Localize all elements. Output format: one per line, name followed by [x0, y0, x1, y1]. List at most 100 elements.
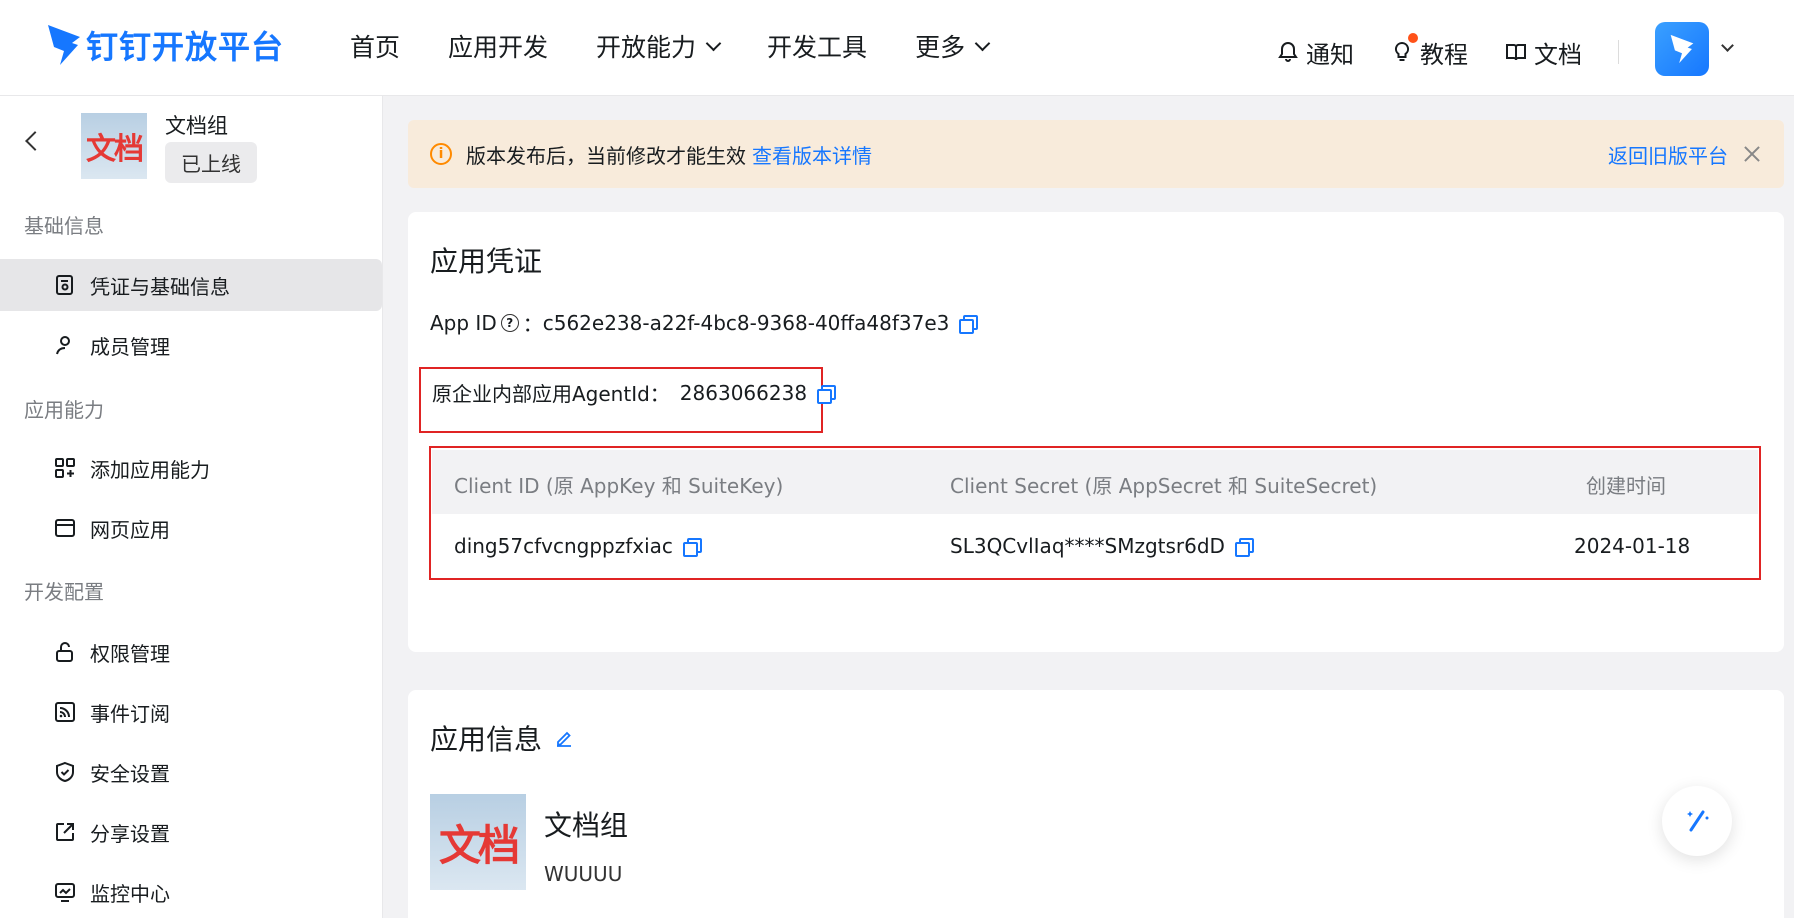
magic-wand-icon: [1687, 810, 1709, 832]
copy-icon[interactable]: [1234, 538, 1254, 557]
edit-icon[interactable]: [554, 728, 574, 748]
nav-app-dev-label: 应用开发: [448, 33, 549, 62]
nav-dev-tools[interactable]: 开发工具: [767, 28, 867, 64]
app-thumbnail-text: 文档: [86, 132, 144, 167]
book-icon: [1506, 44, 1526, 61]
agent-id-label: 原企业内部应用AgentId：: [432, 382, 670, 406]
back-arrow-icon[interactable]: [25, 131, 45, 151]
rss-icon: [55, 702, 75, 722]
back-to-old-platform-link[interactable]: 返回旧版平台: [1608, 140, 1728, 169]
notify-link[interactable]: 通知: [1276, 35, 1354, 70]
app-thumbnail: 文档: [81, 113, 147, 179]
client-credentials-table: Client ID (原 AppKey 和 SuiteKey) Client S…: [432, 450, 1758, 578]
sidebar-item-label: 分享设置: [90, 821, 170, 846]
sidebar-item-credentials[interactable]: 凭证与基础信息: [0, 259, 382, 311]
client-id-value: ding57cfvcngppzfxiac: [454, 534, 673, 558]
docs-link[interactable]: 文档: [1504, 35, 1582, 70]
status-badge: 已上线: [165, 142, 257, 183]
sidebar-group-capability: 应用能力: [24, 398, 104, 422]
copy-icon[interactable]: [959, 314, 979, 334]
grid-add-icon: [55, 458, 75, 478]
copy-icon[interactable]: [817, 384, 837, 404]
sidebar-item-add-capability[interactable]: 添加应用能力: [0, 442, 382, 494]
user-avatar[interactable]: [1655, 22, 1709, 76]
nav-home-label: 首页: [350, 33, 401, 62]
header-client-secret: Client Secret (原 AppSecret 和 SuiteSecret…: [950, 474, 1378, 498]
nav-open-capability[interactable]: 开放能力: [596, 28, 722, 64]
client-secret-cell: SL3QCvlIaq****SMzgtsr6dD: [950, 534, 1254, 558]
app-info-desc: WUUUU: [544, 862, 623, 886]
app-name: 文档组: [165, 114, 228, 138]
nav-app-dev[interactable]: 应用开发: [448, 28, 548, 64]
copy-icon[interactable]: [682, 538, 702, 557]
brand-logo[interactable]: 钉钉开放平台: [46, 18, 284, 72]
chevron-down-icon: [974, 35, 991, 51]
app-logo: 文档: [430, 794, 526, 890]
created-time-cell: 2024-01-18: [1574, 534, 1691, 558]
divider: [1618, 40, 1619, 64]
brand-name: 钉钉开放平台: [86, 28, 285, 66]
unread-dot: [1408, 32, 1418, 43]
nav-dev-tools-label: 开发工具: [767, 33, 868, 62]
sidebar-item-label: 事件订阅: [90, 701, 170, 726]
sidebar-item-permissions[interactable]: 权限管理: [0, 626, 382, 678]
table-header-row: Client ID (原 AppKey 和 SuiteKey) Client S…: [432, 450, 1758, 514]
agent-id-row: 原企业内部应用AgentId： 2863066238: [432, 378, 837, 407]
notice-banner: i 版本发布后，当前修改才能生效 查看版本详情 返回旧版平台: [408, 120, 1784, 188]
close-icon[interactable]: [1742, 144, 1762, 164]
sidebar-group-basic: 基础信息: [24, 214, 104, 238]
sidebar-item-share[interactable]: 分享设置: [0, 806, 382, 858]
app-info-title: 应用信息: [430, 723, 543, 756]
notify-label: 通知: [1306, 40, 1354, 69]
notice-text: 版本发布后，当前修改才能生效: [466, 143, 746, 168]
lock-icon: [56, 642, 73, 662]
ai-assistant-button[interactable]: [1662, 786, 1732, 856]
sidebar: 文档 文档组 已上线 基础信息 凭证与基础信息 成员管理 应用能力 添加应用能力…: [0, 96, 383, 918]
sidebar-item-security[interactable]: 安全设置: [0, 746, 382, 798]
info-icon: i: [430, 143, 452, 165]
sidebar-item-web-app[interactable]: 网页应用: [0, 502, 382, 554]
client-secret-value: SL3QCvlIaq****SMzgtsr6dD: [950, 534, 1225, 558]
client-id-cell: ding57cfvcngppzfxiac: [454, 534, 702, 558]
sidebar-item-label: 凭证与基础信息: [90, 274, 230, 299]
tutorial-link[interactable]: 教程: [1390, 32, 1468, 70]
shield-icon: [56, 761, 74, 783]
bell-icon: [1278, 41, 1298, 62]
app-info-card: 应用信息 文档 文档组 WUUUU: [408, 690, 1784, 918]
lightbulb-icon: [1394, 41, 1410, 61]
header-created-time: 创建时间: [1586, 474, 1666, 498]
nav-open-capability-label: 开放能力: [596, 33, 697, 62]
credentials-card: 应用凭证 App ID ? ： c562e238-a22f-4bc8-9368-…: [408, 212, 1784, 652]
chevron-down-icon[interactable]: [1721, 38, 1734, 52]
app-id-row: App ID ? ： c562e238-a22f-4bc8-9368-40ffa…: [430, 308, 979, 337]
sidebar-item-label: 网页应用: [90, 517, 170, 542]
user-icon: [56, 336, 70, 355]
sidebar-item-label: 权限管理: [90, 641, 170, 666]
nav-home[interactable]: 首页: [350, 28, 400, 64]
nav-more-label: 更多: [915, 33, 966, 62]
nav-more[interactable]: 更多: [915, 28, 991, 64]
view-version-details-link[interactable]: 查看版本详情: [752, 140, 872, 169]
app-info-name: 文档组: [544, 809, 629, 842]
dingtalk-avatar-icon: [1670, 34, 1694, 64]
dingtalk-logo-icon: [48, 25, 80, 65]
app-id-value: c562e238-a22f-4bc8-9368-40ffa48f37e3: [542, 310, 950, 335]
chevron-down-icon: [705, 35, 722, 51]
top-right-actions: 通知 教程 文档: [1276, 22, 1734, 76]
main-nav: 首页 应用开发 开放能力 开发工具 更多: [350, 28, 1036, 64]
sidebar-item-monitor[interactable]: 监控中心: [0, 866, 382, 918]
main-content: i 版本发布后，当前修改才能生效 查看版本详情 返回旧版平台 应用凭证 App …: [383, 96, 1794, 918]
sidebar-item-event-sub[interactable]: 事件订阅: [0, 686, 382, 738]
header-client-id: Client ID (原 AppKey 和 SuiteKey): [454, 474, 784, 498]
browser-icon: [55, 519, 75, 537]
app-info-header: 应用信息: [430, 718, 574, 758]
monitor-icon: [55, 883, 75, 902]
credential-icon: [56, 275, 73, 295]
sidebar-item-members[interactable]: 成员管理: [0, 319, 382, 371]
help-icon[interactable]: ?: [500, 313, 519, 332]
sidebar-item-label: 成员管理: [90, 334, 170, 359]
docs-label: 文档: [1534, 40, 1582, 69]
agent-id-value: 2863066238: [679, 380, 808, 405]
top-navbar: 钉钉开放平台 首页 应用开发 开放能力 开发工具 更多 通知 教程 文档: [0, 0, 1794, 96]
tutorial-label: 教程: [1420, 40, 1468, 69]
